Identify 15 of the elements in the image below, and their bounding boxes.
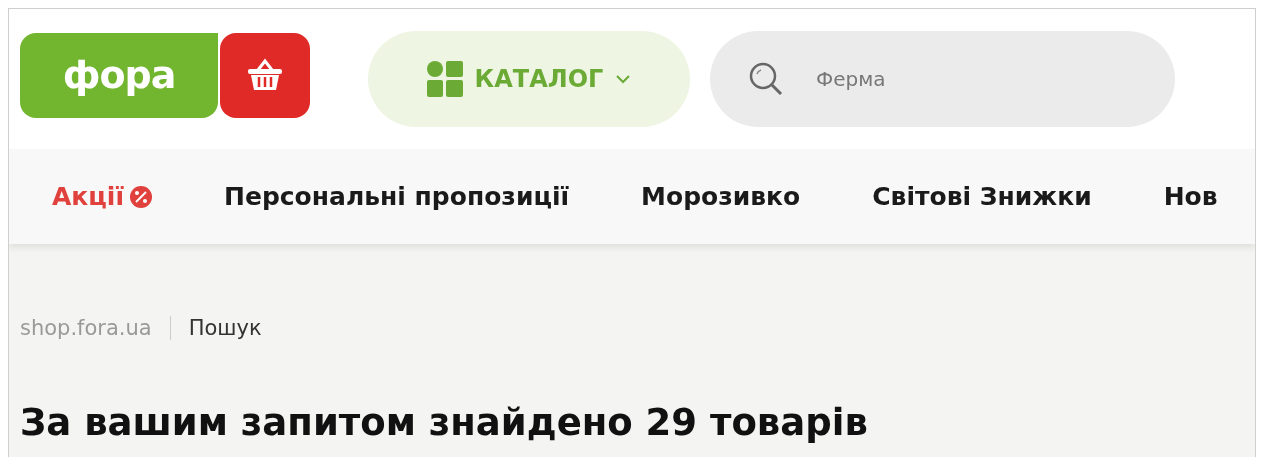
logo[interactable]: фора [20, 32, 218, 118]
nav-link[interactable]: Морозивко [641, 182, 801, 211]
catalog-button[interactable]: КАТАЛОГ [368, 31, 690, 127]
basket-icon[interactable] [220, 32, 310, 118]
page-heading: За вашим запитом знайдено 29 товарів [20, 402, 869, 445]
chevron-down-icon [615, 74, 632, 84]
nav-link[interactable]: Персональні пропозиції [224, 182, 570, 211]
percent-badge-icon [130, 185, 152, 208]
grid-icon [426, 61, 463, 97]
search-field[interactable]: Ферма [710, 31, 1175, 127]
nav-link[interactable]: Світові Знижки [872, 182, 1092, 211]
nav-link[interactable]: Нов [1163, 182, 1218, 211]
nav-link[interactable]: Акції [52, 182, 124, 211]
breadcrumb-link[interactable]: shop.fora.ua [20, 316, 152, 340]
breadcrumb-current: Пошук [188, 316, 262, 340]
